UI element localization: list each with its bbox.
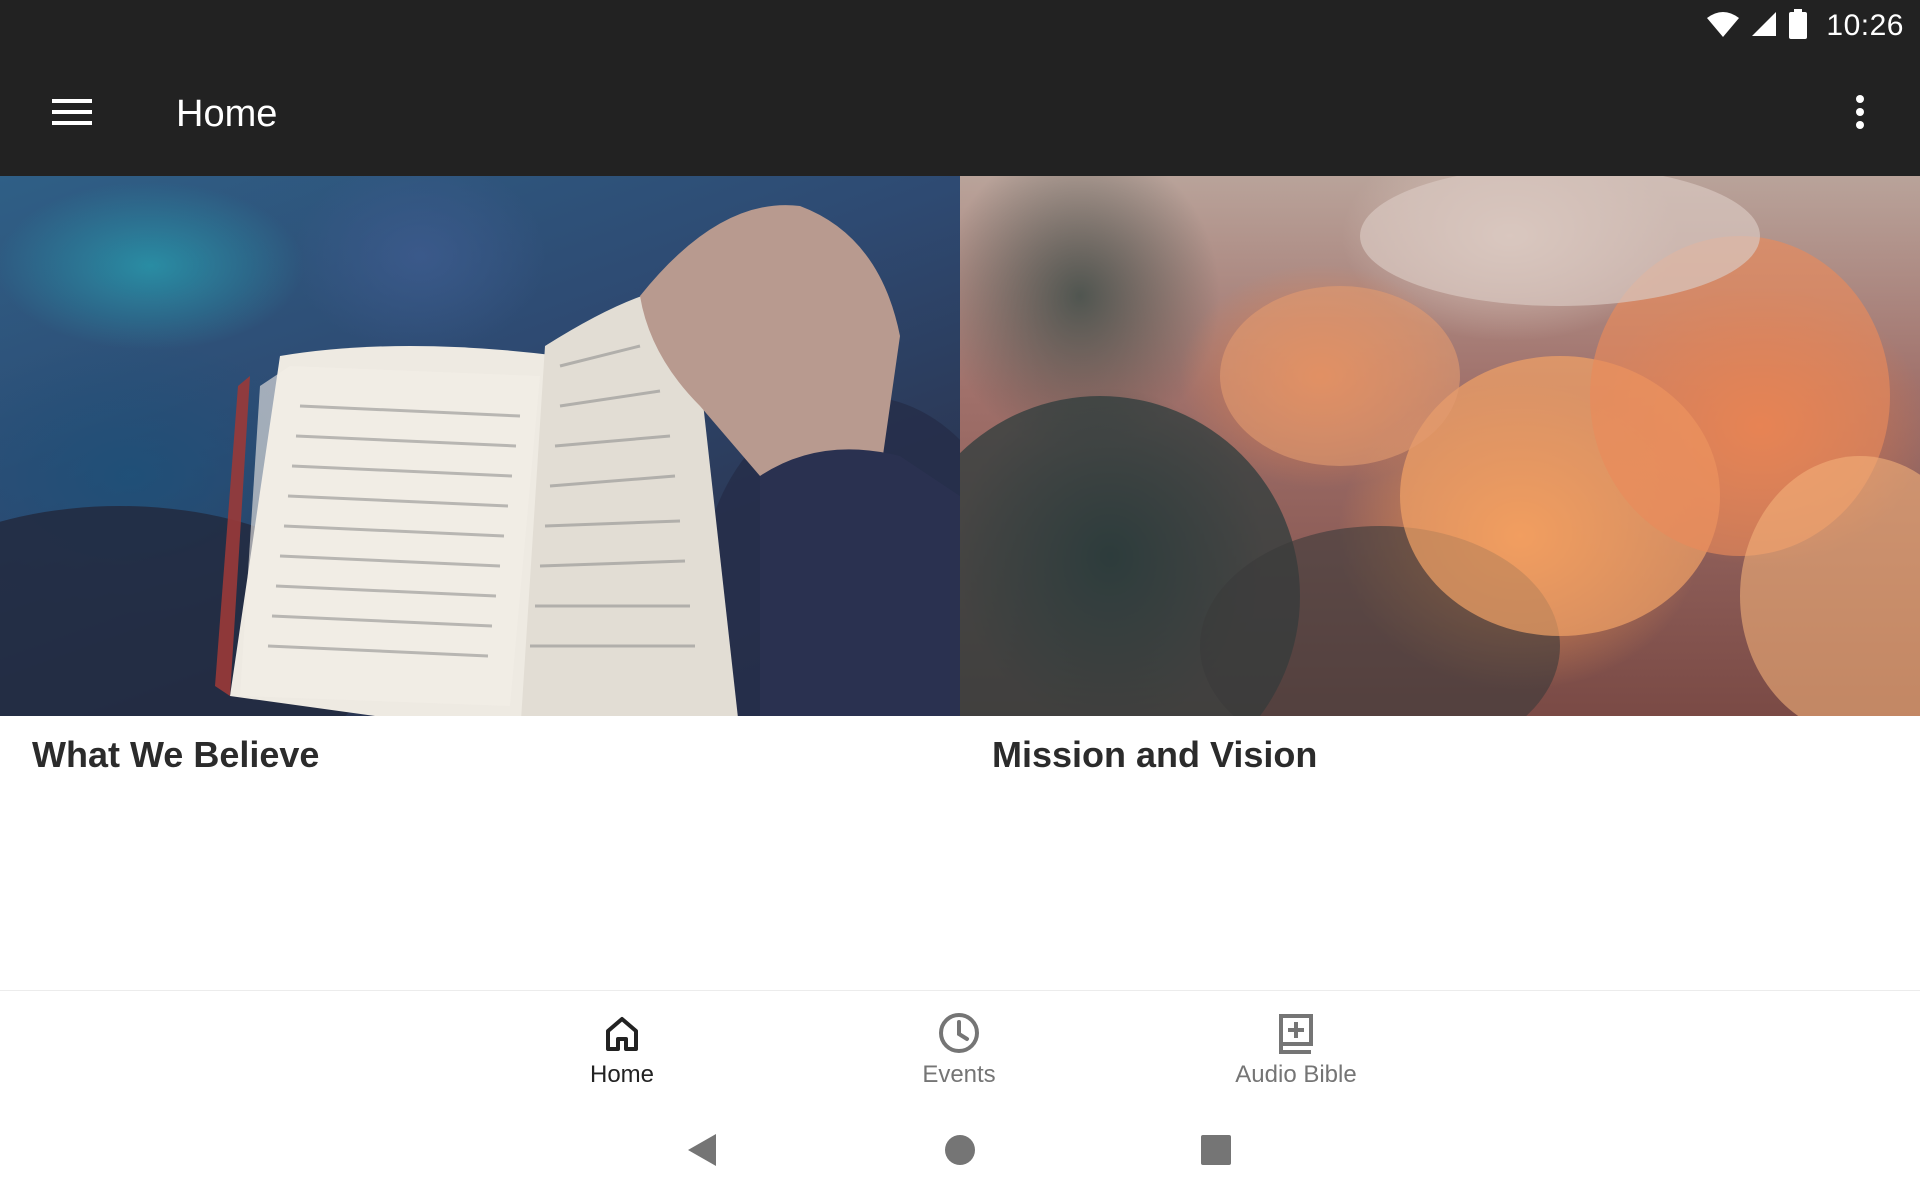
card-title: What We Believe	[32, 734, 320, 775]
content-cards: What We Believe Mission and Vision	[0, 176, 1920, 990]
nav-label: Events	[922, 1061, 996, 1088]
app-bar: Home	[0, 52, 1920, 176]
system-navigation-bar	[0, 1100, 1920, 1200]
nav-item-home[interactable]: Home	[502, 991, 742, 1101]
overflow-menu-button[interactable]	[1836, 84, 1884, 144]
page-title: Home	[176, 93, 278, 135]
back-button[interactable]	[678, 1128, 726, 1176]
battery-icon	[1788, 8, 1808, 44]
system-home-button[interactable]	[936, 1128, 984, 1176]
home-circle-icon	[944, 1134, 976, 1171]
card-mission-and-vision[interactable]: Mission and Vision	[960, 176, 1920, 990]
status-bar: 10:26	[0, 0, 1920, 52]
menu-button[interactable]	[40, 84, 104, 144]
open-bible-photo	[0, 176, 960, 716]
sunset-clouds-photo	[960, 176, 1920, 716]
bottom-navigation: Home Events Audio Bible	[0, 990, 1920, 1100]
status-icons: 10:26	[1706, 6, 1904, 46]
recents-button[interactable]	[1192, 1128, 1240, 1176]
wifi-icon	[1706, 10, 1740, 43]
nav-label: Audio Bible	[1235, 1061, 1357, 1088]
bible-plus-icon	[1274, 1011, 1318, 1055]
card-title: Mission and Vision	[992, 734, 1318, 775]
nav-label: Home	[589, 1061, 655, 1088]
home-icon	[600, 1011, 644, 1055]
recents-icon	[1201, 1134, 1231, 1170]
hamburger-menu-icon	[52, 97, 92, 132]
nav-item-audio-bible[interactable]: Audio Bible	[1176, 991, 1416, 1101]
more-vert-icon	[1855, 94, 1865, 134]
status-time: 10:26	[1826, 9, 1904, 42]
back-icon	[686, 1132, 718, 1173]
cell-signal-icon	[1750, 10, 1778, 43]
card-what-we-believe[interactable]: What We Believe	[0, 176, 960, 990]
clock-icon	[937, 1011, 981, 1055]
nav-item-events[interactable]: Events	[839, 991, 1079, 1101]
